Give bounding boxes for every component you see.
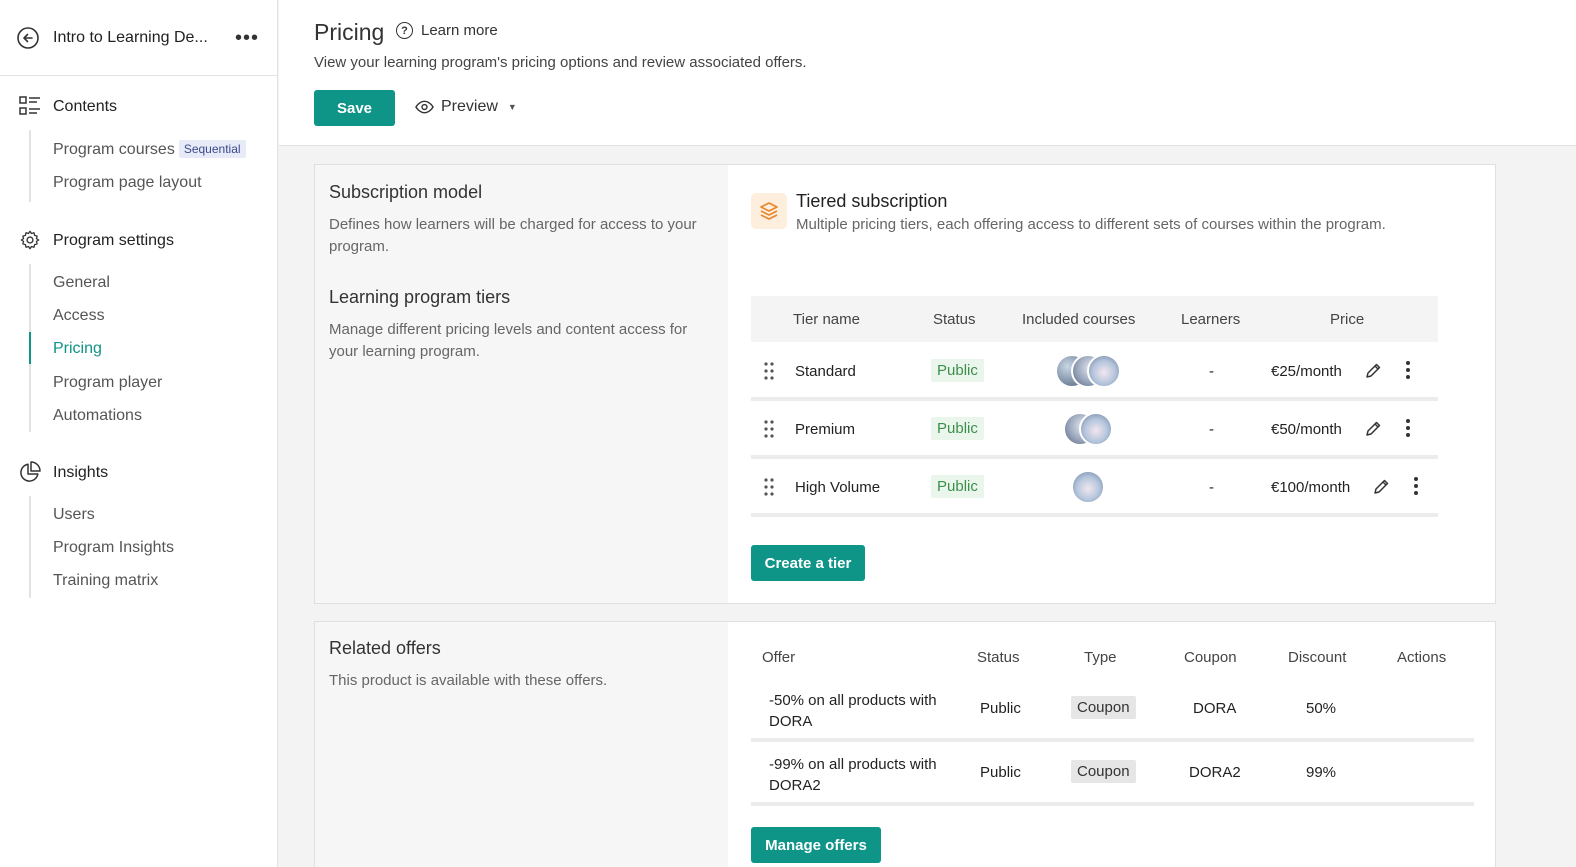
offer-name: -99% on all products with DORA2	[769, 756, 937, 794]
tiers-desc: Manage different pricing levels and cont…	[329, 321, 688, 360]
sidebar-section-label: Contents	[53, 98, 118, 115]
contents-group: Program courses Sequential Program page l…	[29, 130, 246, 202]
discount: 99%	[1306, 764, 1337, 781]
column-header: Status	[933, 311, 976, 328]
course-avatar	[1087, 354, 1121, 388]
tier-price: €50/month	[1271, 421, 1342, 438]
column-header: Price	[1330, 311, 1365, 328]
column-header: Tier name	[793, 311, 860, 328]
type-badge: Coupon	[1071, 696, 1136, 719]
drag-handle-icon[interactable]	[764, 362, 774, 380]
related-offers-title: Related offers	[329, 638, 441, 658]
pie-chart-icon	[18, 460, 42, 484]
tier-name: Standard	[795, 363, 856, 380]
subscription-model-desc: Defines how learners will be charged for…	[329, 216, 697, 255]
page-subtitle: View your learning program's pricing opt…	[314, 54, 807, 71]
list-icon	[18, 94, 42, 118]
status-badge: Public	[931, 359, 984, 382]
sidebar-item-general[interactable]: General	[53, 274, 110, 292]
course-avatar	[1071, 470, 1105, 504]
offer-status: Public	[980, 764, 1021, 781]
sidebar-section-label: Program settings	[53, 232, 174, 249]
learners-count: -	[1209, 363, 1214, 380]
gear-icon	[18, 228, 42, 252]
learn-more-link[interactable]: ? Learn more	[396, 22, 498, 39]
offer-name: -50% on all products with DORA	[769, 692, 937, 730]
chevron-down-icon: ▼	[507, 102, 517, 112]
column-header: Actions	[1397, 649, 1447, 666]
column-header: Discount	[1288, 649, 1347, 666]
type-badge: Coupon	[1071, 760, 1136, 783]
tier-price: €100/month	[1271, 479, 1351, 496]
offers-card: Related offers This product is available…	[314, 621, 1496, 867]
settings-group: General Access Pricing Program player Au…	[29, 264, 162, 432]
eye-icon	[415, 100, 434, 114]
table-row[interactable]: High Volume Public - €100/month	[751, 459, 1438, 517]
layers-icon	[751, 193, 787, 229]
drag-handle-icon[interactable]	[764, 478, 774, 496]
table-row[interactable]: -50% on all products with DORA Public Cou…	[751, 678, 1474, 742]
tier-name: High Volume	[795, 479, 881, 496]
discount: 50%	[1306, 700, 1337, 717]
more-options-icon[interactable]: •••	[235, 28, 259, 48]
help-icon: ?	[396, 22, 413, 39]
row-menu-icon[interactable]	[1406, 419, 1410, 440]
page-header: Pricing ? Learn more View your learning p…	[279, 0, 1576, 146]
row-menu-icon[interactable]	[1406, 361, 1410, 382]
preview-dropdown[interactable]: Preview ▼	[415, 98, 517, 116]
column-header: Offer	[762, 649, 796, 666]
column-header: Status	[977, 649, 1020, 666]
subscription-model-title: Subscription model	[329, 182, 483, 202]
sidebar-item-program-courses[interactable]: Program courses Sequential	[53, 140, 246, 159]
related-offers-desc: This product is available with these off…	[329, 672, 608, 689]
sidebar-header: Intro to Learning De... •••	[0, 0, 277, 76]
table-row[interactable]: Premium Public - €50/month	[751, 401, 1438, 459]
program-title: Intro to Learning De...	[53, 28, 208, 46]
learners-count: -	[1209, 421, 1214, 438]
sidebar-item-program-page-layout[interactable]: Program page layout	[53, 174, 202, 192]
course-avatar	[1079, 412, 1113, 446]
learners-count: -	[1209, 479, 1214, 496]
pencil-icon[interactable]	[1372, 478, 1390, 496]
column-header: Coupon	[1184, 649, 1237, 666]
sidebar-item-training-matrix[interactable]: Training matrix	[53, 572, 158, 590]
tiers-title: Learning program tiers	[329, 287, 511, 307]
manage-offers-button[interactable]: Manage offers	[751, 827, 881, 863]
column-header: Type	[1084, 649, 1117, 666]
sidebar-item-automations[interactable]: Automations	[53, 407, 142, 425]
subscription-type-desc: Multiple pricing tiers, each offering ac…	[796, 216, 1386, 233]
subscription-type-title: Tiered subscription	[796, 191, 948, 211]
pencil-icon[interactable]	[1364, 420, 1382, 438]
tier-price: €25/month	[1271, 363, 1342, 380]
column-header: Included courses	[1022, 311, 1136, 328]
page-title: Pricing	[314, 19, 385, 45]
sidebar-item-pricing[interactable]: Pricing	[53, 340, 102, 358]
back-arrow-icon[interactable]	[16, 26, 40, 50]
sidebar: Intro to Learning De... ••• Contents Pro…	[0, 0, 278, 867]
table-row[interactable]: -99% on all products with DORA2 Public Co…	[751, 742, 1474, 806]
column-header: Learners	[1181, 311, 1241, 328]
status-badge: Public	[931, 417, 984, 440]
offer-status: Public	[980, 700, 1021, 717]
tiers-table-header: Tier name Status Included courses Learne…	[751, 296, 1438, 342]
tier-name: Premium	[795, 421, 856, 438]
coupon-code: DORA	[1193, 700, 1237, 717]
coupon-code: DORA2	[1189, 764, 1241, 781]
create-tier-button[interactable]: Create a tier	[751, 545, 865, 581]
sidebar-item-program-player[interactable]: Program player	[53, 374, 162, 392]
subscription-card: Subscription model Defines how learners …	[314, 164, 1496, 604]
sidebar-item-program-insights[interactable]: Program Insights	[53, 539, 174, 557]
pencil-icon[interactable]	[1364, 362, 1382, 380]
insights-group: Users Program Insights Training matrix	[29, 496, 174, 598]
save-button[interactable]: Save	[314, 90, 395, 126]
sidebar-item-access[interactable]: Access	[53, 307, 105, 325]
sequential-badge: Sequential	[178, 140, 246, 158]
table-row[interactable]: Standard Public - €25/month	[751, 343, 1438, 401]
drag-handle-icon[interactable]	[764, 420, 774, 438]
active-indicator	[29, 332, 31, 364]
status-badge: Public	[931, 475, 984, 498]
sidebar-section-label: Insights	[53, 464, 109, 481]
row-menu-icon[interactable]	[1414, 477, 1418, 498]
sidebar-item-users[interactable]: Users	[53, 506, 95, 524]
